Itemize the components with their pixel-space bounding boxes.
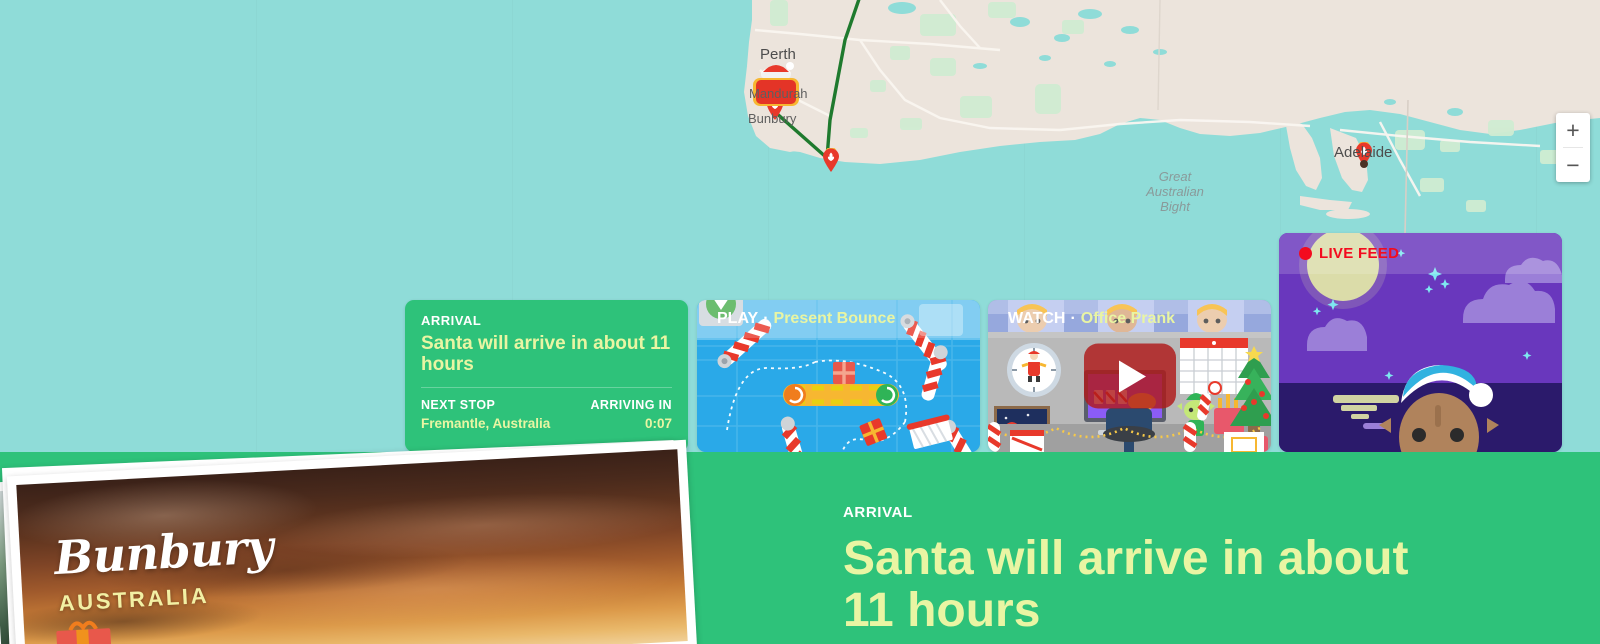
banner-text-block: ARRIVAL Santa will arrive in about 11 ho…	[843, 504, 1463, 637]
card-rail: ARRIVAL Santa will arrive in about 11 ho…	[0, 0, 1600, 452]
arrival-card[interactable]: ARRIVAL Santa will arrive in about 11 ho…	[405, 300, 688, 452]
live-feed-label: LIVE FEED	[1319, 245, 1400, 262]
live-feed-card[interactable]: LIVE FEED	[1279, 233, 1562, 452]
watch-card-title: Office Prank	[1080, 310, 1176, 327]
santa-tracker-app: Perth Mandurah Bunbury Adelaide Great Au…	[0, 0, 1600, 644]
live-feed-badge: LIVE FEED	[1279, 233, 1562, 274]
arriving-in-label: ARRIVING IN	[590, 398, 672, 412]
arrival-card-labels-row: NEXT STOP ARRIVING IN	[405, 388, 688, 412]
next-stop-value: Fremantle, Australia	[421, 416, 551, 431]
arrival-card-headline: Santa will arrive in about 11 hours	[421, 333, 671, 375]
arrival-card-body: ARRIVAL Santa will arrive in about 11 ho…	[405, 300, 688, 375]
play-triangle-icon	[1119, 360, 1146, 392]
banner-eyebrow: ARRIVAL	[843, 504, 913, 521]
arriving-in-value: 0:07	[644, 416, 672, 431]
next-stop-label: NEXT STOP	[421, 398, 496, 412]
postcard-city-name: Bunbury	[52, 519, 275, 586]
postcard-country-name: AUSTRALIA	[58, 582, 210, 616]
banner-headline: Santa will arrive in about 11 hours	[843, 532, 1409, 637]
arrival-card-values-row: Fremantle, Australia 0:07	[405, 412, 688, 431]
postcard-stack[interactable]: Bunbury AUSTRALIA	[0, 439, 720, 644]
postcard-photo-sunset: Bunbury AUSTRALIA	[16, 449, 688, 644]
play-card-separator: ·	[763, 310, 769, 327]
watch-card-office-prank[interactable]: WATCH · Office Prank	[988, 300, 1271, 452]
watch-card-action: WATCH	[1008, 310, 1066, 327]
watch-card-separator: ·	[1070, 310, 1076, 327]
arrival-card-eyebrow: ARRIVAL	[421, 313, 482, 328]
live-indicator-dot-icon	[1299, 247, 1312, 260]
postcard-front-bunbury[interactable]: Bunbury AUSTRALIA	[6, 439, 698, 644]
play-card-present-bounce[interactable]: PLAY · Present Bounce	[697, 300, 980, 452]
play-card-label-bar: PLAY · Present Bounce	[697, 300, 980, 338]
youtube-play-button[interactable]	[1083, 343, 1176, 409]
play-card-action: PLAY	[717, 310, 759, 327]
gift-box-icon	[56, 620, 113, 644]
play-card-title: Present Bounce	[773, 310, 896, 327]
watch-card-label-bar: WATCH · Office Prank	[988, 300, 1271, 338]
